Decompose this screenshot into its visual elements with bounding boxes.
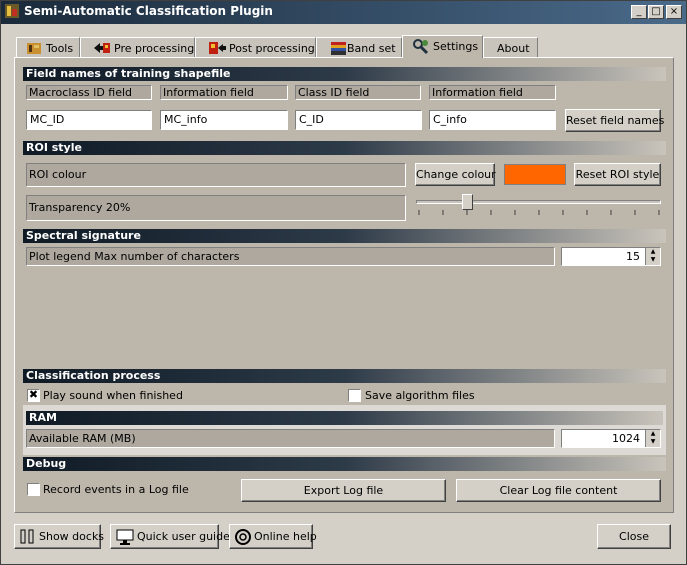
- transparency-label: Transparency 20%: [26, 195, 406, 221]
- save-algorithm-label: Save algorithm files: [365, 389, 475, 402]
- quick-user-guide-label: Quick user guide: [137, 530, 230, 543]
- slider-ticks: [418, 210, 660, 215]
- lifebuoy-icon: [235, 529, 251, 545]
- field-names-header: Field names of training shapefile: [23, 67, 666, 81]
- plot-legend-value: 15: [626, 250, 640, 263]
- show-docks-label: Show docks: [39, 530, 105, 543]
- tab-pre-processing[interactable]: Pre processing: [80, 37, 195, 58]
- maximize-button[interactable]: □: [648, 5, 664, 19]
- tab-pre-processing-label: Pre processing: [114, 42, 195, 55]
- quick-user-guide-button[interactable]: Quick user guide: [110, 524, 230, 549]
- spin-up-icon[interactable]: ▲: [646, 248, 660, 256]
- close-window-button[interactable]: ×: [666, 5, 682, 19]
- tab-post-processing-label: Post processing: [229, 42, 315, 55]
- tab-post-processing[interactable]: Post processing: [195, 37, 316, 58]
- macroclass-info-field[interactable]: MC_info: [160, 110, 288, 130]
- tab-settings-label: Settings: [433, 40, 479, 53]
- tab-about-label: About: [497, 42, 530, 55]
- roi-colour-swatch[interactable]: [504, 164, 566, 185]
- plot-legend-spin-buttons[interactable]: ▲ ▼: [645, 248, 660, 265]
- macroclass-id-field[interactable]: MC_ID: [26, 110, 152, 130]
- class-id-field[interactable]: C_ID: [295, 110, 422, 130]
- available-ram-spinbox[interactable]: 1024 ▲ ▼: [561, 429, 661, 448]
- pre-processing-icon: [94, 43, 110, 53]
- reset-field-names-button[interactable]: Reset field names: [565, 109, 664, 132]
- reset-roi-style-button[interactable]: Reset ROI style: [574, 163, 661, 186]
- tab-about[interactable]: About: [483, 37, 538, 58]
- tab-band-set-label: Band set: [347, 42, 396, 55]
- spin-up-icon[interactable]: ▲: [646, 430, 660, 438]
- settings-wrench-icon: [413, 39, 429, 55]
- tab-band-set[interactable]: Band set: [316, 37, 402, 58]
- minimize-button[interactable]: _: [631, 5, 647, 19]
- clear-log-button[interactable]: Clear Log file content: [456, 479, 661, 502]
- window-title: Semi-Automatic Classification Plugin: [24, 4, 273, 18]
- export-log-button[interactable]: Export Log file: [241, 479, 446, 502]
- close-button[interactable]: Close: [597, 524, 671, 549]
- class-info-label: Information field: [429, 85, 556, 100]
- class-info-field[interactable]: C_info: [429, 110, 556, 130]
- macroclass-info-label: Information field: [160, 85, 288, 100]
- roi-colour-label: ROI colour: [26, 163, 406, 187]
- transparency-slider-track[interactable]: [416, 200, 661, 204]
- tab-tools[interactable]: Tools: [16, 37, 80, 58]
- change-colour-button[interactable]: Change colour: [415, 163, 496, 186]
- checkmark-icon: ✖: [28, 388, 39, 401]
- record-events-checkbox[interactable]: [27, 483, 40, 496]
- play-sound-label: Play sound when finished: [43, 389, 183, 402]
- plot-legend-spinbox[interactable]: 15 ▲ ▼: [561, 247, 661, 266]
- tab-tools-label: Tools: [46, 42, 74, 55]
- record-events-label: Record events in a Log file: [43, 483, 189, 496]
- online-help-button[interactable]: Online help: [229, 524, 317, 549]
- show-docks-button[interactable]: Show docks: [14, 524, 105, 549]
- tab-settings[interactable]: Settings: [402, 35, 483, 58]
- macroclass-id-label: Macroclass ID field: [26, 85, 152, 100]
- online-help-label: Online help: [254, 530, 317, 543]
- monitor-icon: [116, 529, 134, 545]
- available-ram-spin-buttons[interactable]: ▲ ▼: [645, 430, 660, 447]
- band-set-icon: [331, 42, 346, 55]
- save-algorithm-checkbox[interactable]: [348, 389, 361, 402]
- debug-header: Debug: [23, 457, 666, 471]
- plot-legend-label: Plot legend Max number of characters: [26, 247, 555, 266]
- spectral-signature-header: Spectral signature: [23, 229, 666, 243]
- spin-down-icon[interactable]: ▼: [646, 438, 660, 446]
- spin-down-icon[interactable]: ▼: [646, 256, 660, 264]
- available-ram-label: Available RAM (MB): [26, 429, 555, 448]
- available-ram-value: 1024: [612, 432, 640, 445]
- show-docks-icon: [20, 529, 34, 544]
- ram-header: RAM: [26, 411, 663, 425]
- app-icon: [5, 4, 19, 18]
- classification-process-header: Classification process: [23, 369, 666, 383]
- transparency-slider-handle[interactable]: [462, 194, 473, 210]
- play-sound-checkbox[interactable]: ✖: [27, 389, 40, 402]
- class-id-label: Class ID field: [295, 85, 421, 100]
- roi-style-header: ROI style: [23, 141, 666, 155]
- post-processing-icon: [209, 42, 226, 54]
- tools-icon: [27, 43, 41, 54]
